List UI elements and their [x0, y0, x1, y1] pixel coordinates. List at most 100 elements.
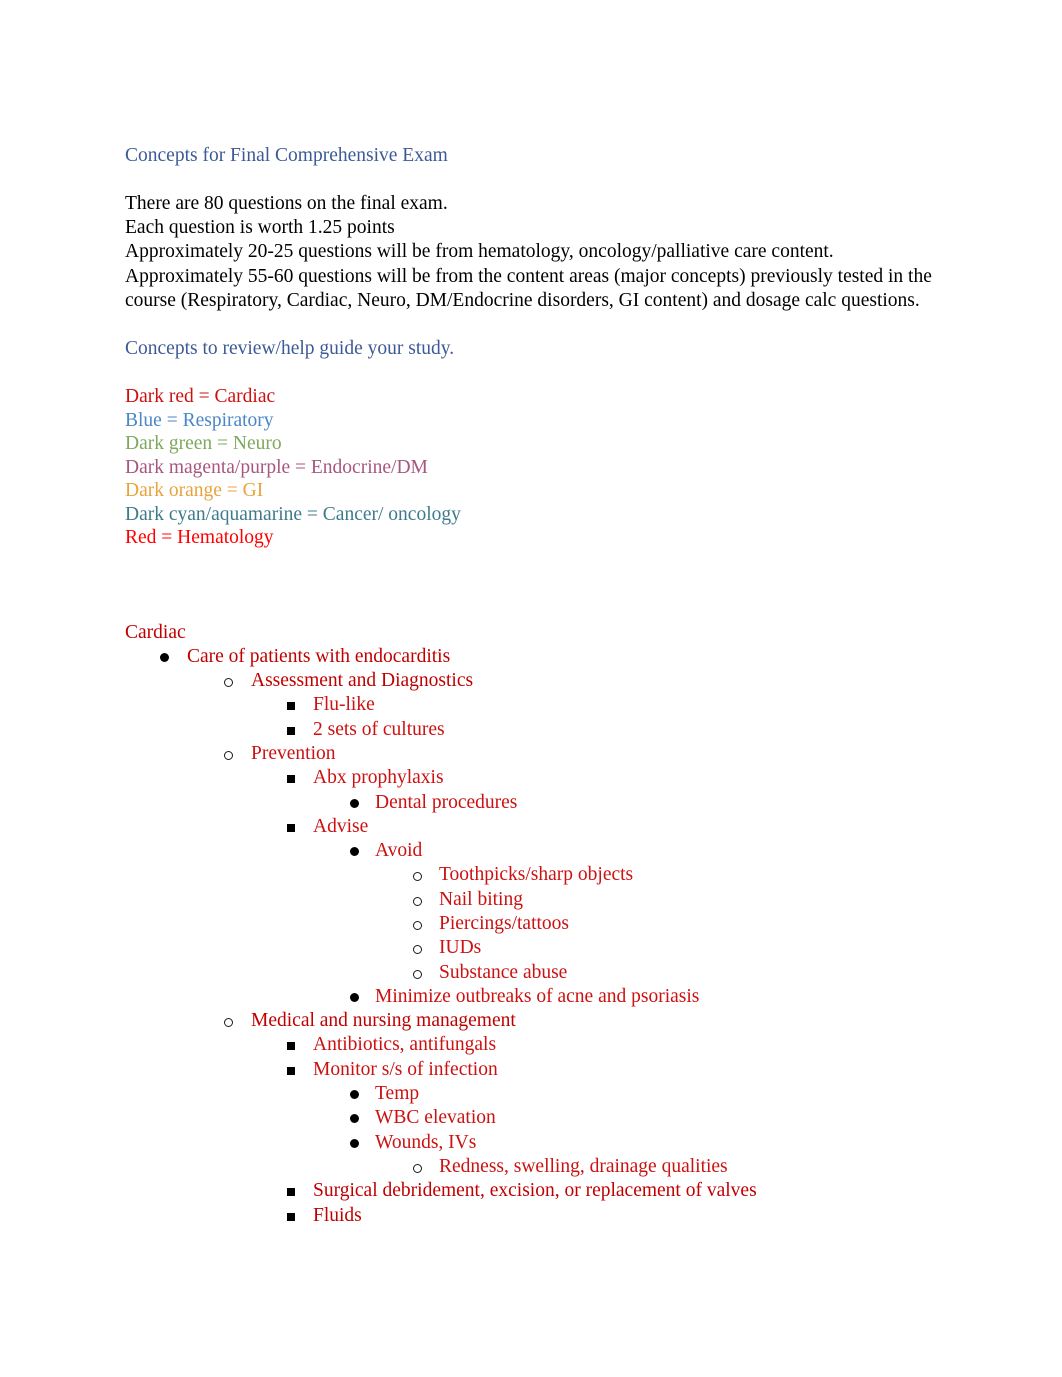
legend-item-gi: Dark orange = GI — [125, 480, 264, 502]
legend-item-cardiac: Dark red = Cardiac — [125, 386, 276, 408]
outline-item-label: Monitor s/s of infection — [313, 1058, 498, 1080]
outline-item: Assessment and Diagnostics Flu-like 2 sets… — [125, 669, 955, 742]
outline-row-antibiotics-antifungals: Antibiotics, antifungals — [125, 1033, 955, 1057]
outline-item-label: Substance abuse — [439, 961, 568, 983]
outline-item-label: WBC elevation — [375, 1107, 496, 1129]
outline-item: Redness, swelling, drainage qualities — [125, 1155, 955, 1179]
outline-sublist: Redness, swelling, drainage qualities — [125, 1155, 955, 1179]
bullet-circle-icon — [413, 1163, 422, 1173]
intro-line-1: There are 80 questions on the final exam… — [125, 193, 448, 214]
outline-item: Substance abuse — [125, 961, 955, 985]
outline-item-label: Nail biting — [439, 888, 523, 910]
bullet-disc-icon — [350, 1138, 359, 1148]
document-page: Concepts for Final Comprehensive Exam Th… — [0, 0, 1062, 1377]
outline-item-label: IUDs — [439, 937, 482, 959]
legend-spacer-1 — [125, 550, 955, 574]
outline-item: Avoid Toothpicks/sharp objects Nail biting… — [125, 839, 955, 985]
legend-spacer-3 — [125, 598, 955, 621]
outline-item-label: Piercings/tattoos — [439, 912, 569, 934]
outline-sublist: Flu-like 2 sets of cultures — [125, 693, 955, 742]
intro-line-3: Approximately 20-25 questions will be fr… — [125, 241, 834, 263]
outline-row-surgical-debridement-excision-or-replacement-of-: Surgical debridement, excision, or repla… — [125, 1179, 955, 1203]
legend-item-respiratory: Blue = Respiratory — [125, 409, 274, 431]
outline-row-monitor-s-s-of-infection: Monitor s/s of infection — [125, 1058, 955, 1082]
outline-item-label: Advise — [313, 815, 369, 837]
outline-item: Monitor s/s of infection Temp WBC elevatio… — [125, 1058, 955, 1179]
bullet-circle-icon — [413, 969, 422, 979]
bullet-square-icon — [287, 775, 295, 784]
outline-item-label: Surgical debridement, excision, or repla… — [313, 1180, 757, 1202]
outline-sublist: Temp WBC elevation Wounds, IVs Redness, swe… — [125, 1082, 955, 1179]
outline-row-iuds: IUDs — [125, 936, 955, 960]
outline-item-label: Fluids — [313, 1204, 362, 1226]
bullet-circle-icon — [413, 920, 422, 930]
outline-row-redness-swelling-drainage-qualities: Redness, swelling, drainage qualities — [125, 1155, 955, 1179]
outline-item: Temp — [125, 1082, 955, 1106]
bullet-circle-icon — [224, 750, 233, 760]
outline-sublist: Assessment and Diagnostics Flu-like 2 sets… — [125, 669, 955, 1228]
intro-line-4: Approximately 55-60 questions will be fr… — [125, 265, 932, 311]
outline-item-label: Care of patients with endocarditis — [187, 645, 451, 667]
bullet-disc-icon — [160, 652, 169, 662]
outline-item: 2 sets of cultures — [125, 718, 955, 742]
legend-spacer-2 — [125, 574, 955, 598]
bullet-square-icon — [287, 1042, 295, 1051]
outline-row-wounds-ivs: Wounds, IVs — [125, 1131, 955, 1155]
bullet-circle-icon — [413, 896, 422, 906]
outline-item-label: Temp — [375, 1083, 420, 1105]
outline-row-avoid: Avoid — [125, 839, 955, 863]
bullet-disc-icon — [350, 798, 359, 808]
intro-spacer — [125, 313, 955, 337]
outline-item: Abx prophylaxis Dental procedures — [125, 766, 955, 815]
outline-item: Antibiotics, antifungals — [125, 1033, 955, 1057]
bullet-square-icon — [287, 823, 295, 832]
intro-line-2: Each question is worth 1.25 points — [125, 217, 395, 239]
legend-item-endocrine: Dark magenta/purple = Endocrine/DM — [125, 456, 428, 478]
outline-sublist: Antibiotics, antifungals Monitor s/s of i… — [125, 1033, 955, 1227]
legend-item-neuro: Dark green = Neuro — [125, 433, 282, 455]
outline-row-prevention: Prevention — [125, 742, 955, 766]
outline-item-label: Antibiotics, antifungals — [313, 1034, 497, 1056]
outline-item-label: Medical and nursing management — [251, 1010, 516, 1032]
subheading: Concepts to review/help guide your study… — [125, 338, 455, 360]
outline-item: Fluids — [125, 1204, 955, 1228]
outline-sublist: Abx prophylaxis Dental procedures Advise Av… — [125, 766, 955, 1009]
outline-row-abx-prophylaxis: Abx prophylaxis — [125, 766, 955, 790]
bullet-circle-icon — [224, 678, 233, 688]
subheading-spacer — [125, 361, 955, 385]
title-spacer — [125, 168, 955, 192]
outline-sublist: Avoid Toothpicks/sharp objects Nail biting… — [125, 839, 955, 1009]
outline-row-medical-and-nursing-management: Medical and nursing management — [125, 1009, 955, 1033]
outline-item-label: Toothpicks/sharp objects — [439, 864, 634, 886]
outline-row-advise: Advise — [125, 815, 955, 839]
legend-item-hematology: Red = Hematology — [125, 527, 274, 549]
outline-row-flu-like: Flu-like — [125, 693, 955, 717]
outline-item-label: Redness, swelling, drainage qualities — [439, 1155, 728, 1177]
intro-paragraph: There are 80 questions on the final exam… — [125, 192, 955, 313]
bullet-square-icon — [287, 1066, 295, 1075]
outline-item: Flu-like — [125, 693, 955, 717]
outline-row-2-sets-of-cultures: 2 sets of cultures — [125, 718, 955, 742]
outline-row-wbc-elevation: WBC elevation — [125, 1106, 955, 1130]
outline-row-temp: Temp — [125, 1082, 955, 1106]
outline-row-dental-procedures: Dental procedures — [125, 791, 955, 815]
section-heading-cardiac: Cardiac — [125, 621, 186, 643]
outline-item: Prevention Abx prophylaxis Dental procedur… — [125, 742, 955, 1009]
outline-sublist: Toothpicks/sharp objects Nail biting Pierc… — [125, 863, 955, 984]
bullet-square-icon — [287, 726, 295, 735]
outline-item: Advise Avoid Toothpicks/sharp objects Nail … — [125, 815, 955, 1009]
outline-row-nail-biting: Nail biting — [125, 888, 955, 912]
outline-item-label: Abx prophylaxis — [313, 767, 444, 789]
outline-item-label: Wounds, IVs — [375, 1131, 477, 1153]
outline-item-label: Minimize outbreaks of acne and psoriasis — [375, 985, 700, 1007]
outline-row-substance-abuse: Substance abuse — [125, 961, 955, 985]
outline-row-assessment-and-diagnostics: Assessment and Diagnostics — [125, 669, 955, 693]
outline-item-label: Dental procedures — [375, 791, 518, 813]
outline-item: Minimize outbreaks of acne and psoriasis — [125, 985, 955, 1009]
outline-row-toothpicks-sharp-objects: Toothpicks/sharp objects — [125, 863, 955, 887]
outline-item: Nail biting — [125, 888, 955, 912]
outline-item: Toothpicks/sharp objects — [125, 863, 955, 887]
bullet-disc-icon — [350, 1090, 359, 1100]
color-legend: Dark red = Cardiac Blue = Respiratory Da… — [125, 385, 955, 550]
outline-item: WBC elevation — [125, 1106, 955, 1130]
